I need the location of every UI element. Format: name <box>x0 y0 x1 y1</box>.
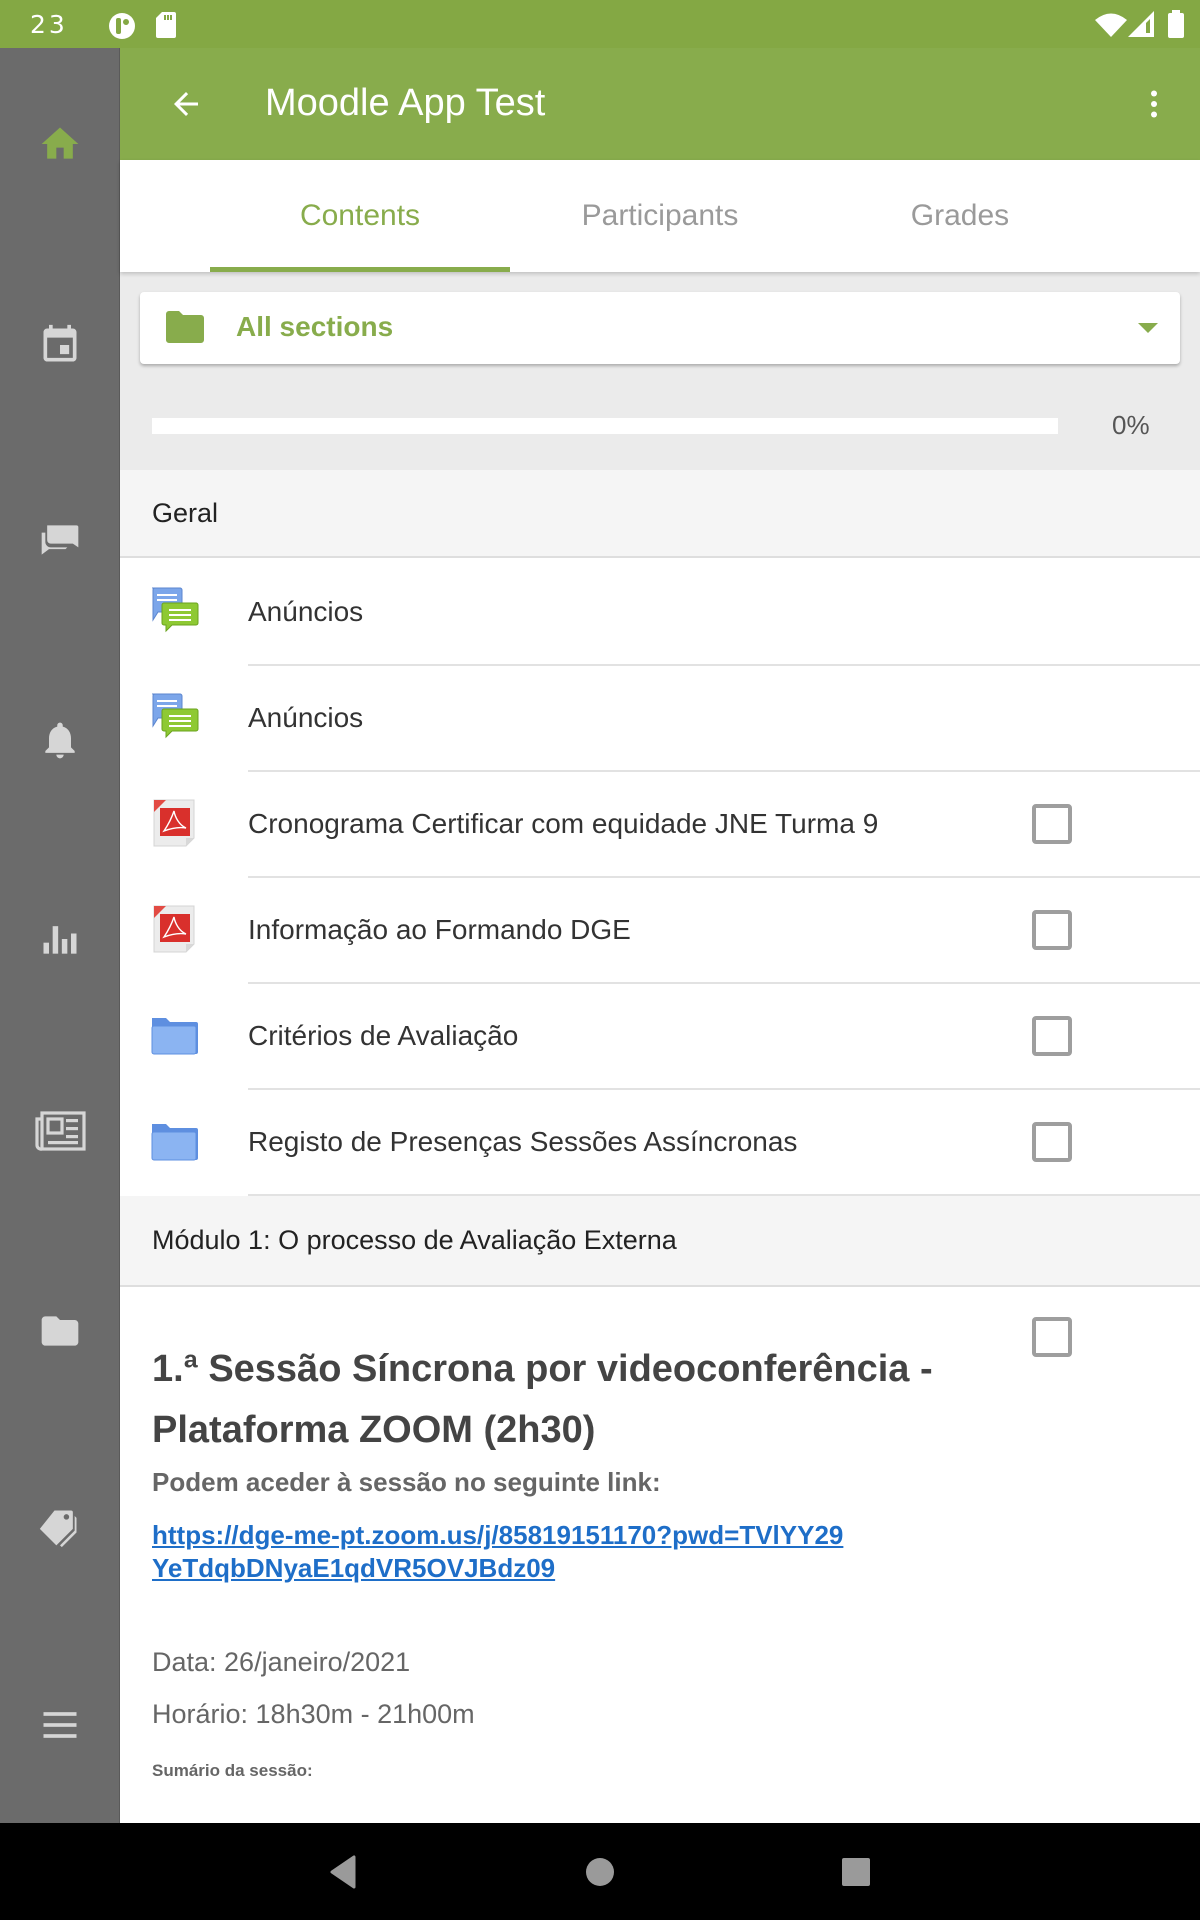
tab-participants[interactable]: Participants <box>510 160 810 272</box>
rail-item-files[interactable] <box>0 1281 120 1381</box>
module-item-pdf[interactable]: Informação ao Formando DGE <box>120 878 1200 984</box>
tab-grades[interactable]: Grades <box>810 160 1110 272</box>
rail-item-notifications[interactable] <box>0 690 120 790</box>
section-selector[interactable]: All sections <box>140 292 1180 364</box>
recents-icon <box>842 1858 870 1886</box>
session-heading: 1.ª Sessão Síncrona por videoconferência… <box>152 1348 933 1451</box>
pdf-icon <box>153 905 195 953</box>
folder-icon <box>41 1316 79 1346</box>
session-date: Data: 26/janeiro/2021 <box>152 1647 411 1677</box>
battery-icon <box>1168 10 1184 43</box>
folder-icon <box>151 1124 198 1161</box>
rail-item-messages[interactable] <box>0 490 120 590</box>
completion-checkbox[interactable] <box>1032 1122 1072 1162</box>
app-toolbar: Moodle App Test <box>120 48 1200 160</box>
course-progress-bar <box>152 418 1058 434</box>
module-name: Informação ao Formando DGE <box>248 914 631 945</box>
forum-icon <box>152 693 199 739</box>
module-name: Anúncios <box>248 702 364 733</box>
rail-item-calendar[interactable] <box>0 295 120 395</box>
cellular-signal-icon <box>1128 11 1154 42</box>
bar-chart-icon <box>43 926 77 954</box>
zoom-meeting-link[interactable]: https://dge-me-pt.zoom.us/j/85819151170?… <box>152 1519 852 1585</box>
home-icon <box>41 127 79 159</box>
more-vert-icon <box>1151 90 1157 118</box>
system-navigation-bar <box>0 1823 1200 1920</box>
status-time: 23 <box>30 10 68 39</box>
nav-back-button[interactable] <box>318 1847 368 1897</box>
section-header: Módulo 1: O processo de Avaliação Extern… <box>120 1196 1200 1287</box>
forum-icon <box>152 587 199 633</box>
rail-item-news[interactable] <box>0 1081 120 1181</box>
rail-item-grades[interactable] <box>0 889 120 989</box>
completion-checkbox[interactable] <box>1032 1317 1072 1357</box>
module-item-forum[interactable]: Anúncios <box>120 560 1200 666</box>
session-summary-label: Sumário da sessão: <box>152 1761 313 1780</box>
newspaper-icon <box>35 1111 86 1151</box>
app-notification-icon <box>108 12 136 45</box>
status-bar: 23 <box>0 0 1200 48</box>
more-options-button[interactable] <box>1128 78 1180 130</box>
rail-item-more[interactable] <box>0 1675 120 1775</box>
page-title: Moodle App Test <box>265 82 546 124</box>
label-module: 1.ª Sessão Síncrona por videoconferência… <box>120 1287 1200 1823</box>
module-name: Critérios de Avaliação <box>248 1020 519 1051</box>
session-subtitle: Podem aceder à sessão no seguinte link: <box>152 1467 661 1497</box>
wifi-icon <box>1095 13 1127 42</box>
session-time: Horário: 18h30m - 21h00m <box>152 1699 475 1729</box>
folder-icon <box>166 311 204 348</box>
calendar-icon <box>43 324 77 362</box>
completion-checkbox[interactable] <box>1032 910 1072 950</box>
module-item-folder[interactable]: Registo de Presenças Sessões Assíncronas <box>120 1090 1200 1196</box>
tab-contents[interactable]: Contents <box>210 160 510 272</box>
module-item-folder[interactable]: Critérios de Avaliação <box>120 984 1200 1090</box>
chat-icon <box>41 525 79 555</box>
module-name: Registo de Presenças Sessões Assíncronas <box>248 1126 798 1157</box>
module-item-forum[interactable]: Anúncios <box>120 666 1200 772</box>
menu-icon <box>43 1712 77 1738</box>
progress-percent: 0% <box>1112 410 1150 440</box>
rail-item-home[interactable] <box>0 94 120 194</box>
folder-icon <box>151 1018 198 1055</box>
module-name: Anúncios <box>248 596 364 627</box>
section-selector-value: All sections <box>236 311 394 342</box>
completion-checkbox[interactable] <box>1032 804 1072 844</box>
tags-icon <box>39 1510 77 1548</box>
bell-icon <box>45 722 75 759</box>
course-header-area: All sections 0% <box>120 272 1200 470</box>
course-tabs: Contents Participants Grades <box>120 160 1200 272</box>
completion-checkbox[interactable] <box>1032 1016 1072 1056</box>
module-item-pdf[interactable]: Cronograma Certificar com equidade JNE T… <box>120 772 1200 878</box>
rail-item-tags[interactable] <box>0 1477 120 1577</box>
arrow-left-icon <box>174 92 198 116</box>
chevron-down-icon <box>1138 323 1158 333</box>
sd-card-icon <box>156 12 176 43</box>
pdf-icon <box>153 799 195 847</box>
side-menu-rail <box>0 48 120 1823</box>
back-icon <box>330 1855 356 1889</box>
home-icon <box>586 1858 614 1886</box>
module-name: Cronograma Certificar com equidade JNE T… <box>248 808 879 839</box>
nav-recents-button[interactable] <box>831 1847 881 1897</box>
back-button[interactable] <box>160 78 212 130</box>
section-header: Geral <box>120 470 1200 558</box>
nav-home-button[interactable] <box>575 1847 625 1897</box>
